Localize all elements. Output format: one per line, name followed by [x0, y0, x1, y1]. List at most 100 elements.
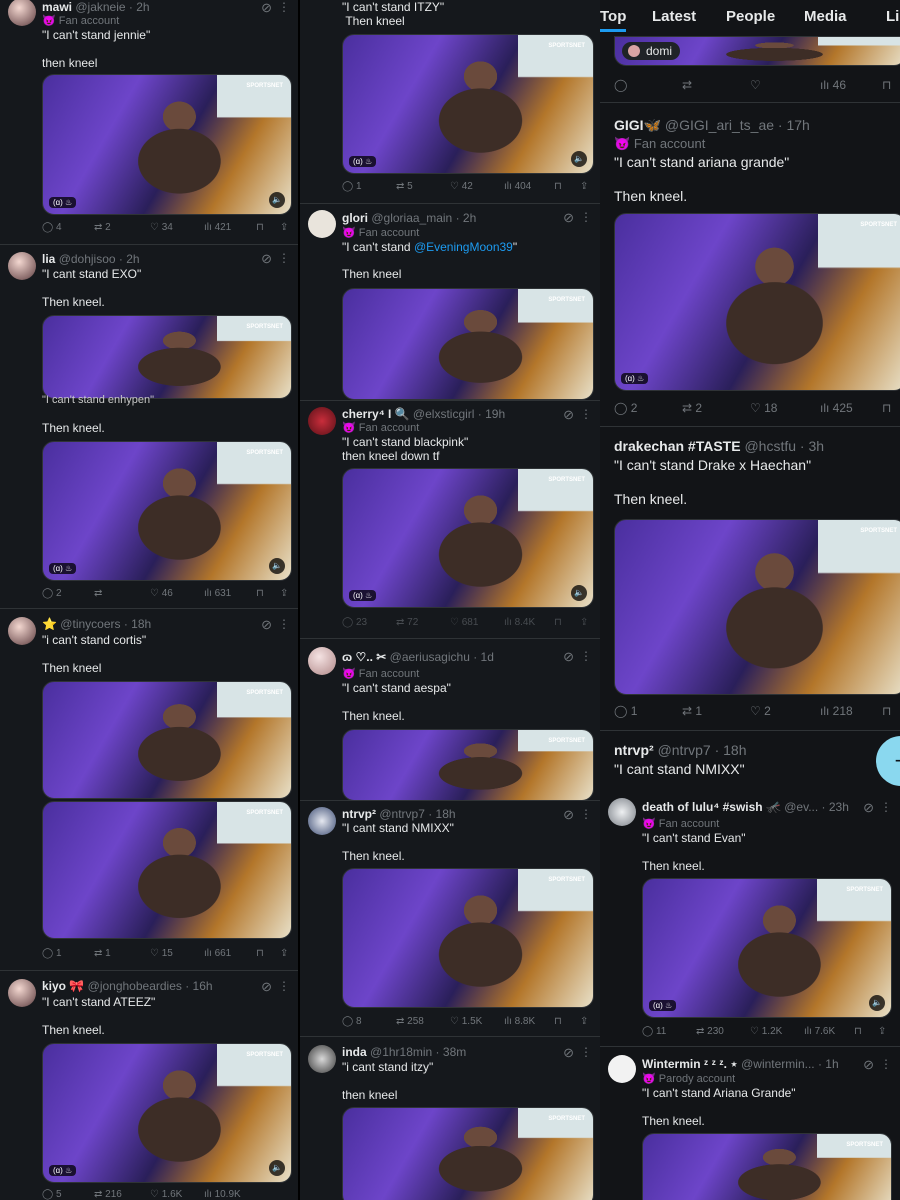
views-icon[interactable]: ılı 404 — [504, 181, 531, 192]
like-icon[interactable]: ♡ 42 — [450, 181, 473, 192]
bookmark-icon[interactable]: ⊓ — [554, 617, 562, 628]
grok-icon[interactable]: ⊘ — [563, 1045, 574, 1061]
share-icon[interactable]: ⇪ — [280, 948, 288, 959]
grok-icon[interactable]: ⊘ — [563, 210, 574, 226]
more-icon[interactable]: ⋮ — [278, 979, 290, 993]
video-media[interactable]: SPORTSNET — [342, 288, 594, 400]
sound-icon[interactable]: 🔈 — [269, 192, 285, 208]
handle[interactable]: @ntrvp7 · 18h — [379, 807, 455, 821]
share-icon[interactable]: ⇪ — [280, 222, 288, 233]
views-icon[interactable]: ılı 425 — [820, 401, 853, 415]
handle[interactable]: @tinycoers · 18h — [60, 617, 151, 631]
grok-icon[interactable]: ⊘ — [563, 407, 574, 423]
like-icon[interactable]: ♡ 2 — [750, 704, 771, 718]
views-icon[interactable]: ılı 8.4K — [504, 617, 535, 628]
handle[interactable]: @dohjisoo · 2h — [59, 252, 140, 266]
tweet[interactable]: ntrvp² @ntrvp7 · 18h "I cant stand NMIXX… — [600, 731, 900, 791]
share-icon[interactable]: ⇪ — [878, 1026, 886, 1037]
avatar[interactable] — [608, 798, 636, 826]
video-media[interactable]: SPORTSNET — [42, 315, 292, 399]
retweet-icon[interactable]: ⇄ 1 — [682, 704, 702, 718]
video-media[interactable]: SPORTSNET (ɑ) ♨ 🔈 — [42, 74, 292, 215]
sound-icon[interactable]: 🔈 — [269, 558, 285, 574]
grok-icon[interactable]: ⊘ — [863, 800, 874, 816]
more-icon[interactable]: ⋮ — [278, 617, 290, 631]
video-media[interactable]: SPORTSNET — [42, 681, 292, 799]
more-icon[interactable]: ⋮ — [580, 407, 592, 421]
retweet-icon[interactable]: ⇄ 2 — [682, 401, 702, 415]
sound-icon[interactable]: 🔈 — [571, 585, 587, 601]
display-name[interactable]: ɷ ♡.. ✂ — [342, 650, 386, 664]
video-media[interactable]: SPORTSNET (ɑ) ♨ 🔈 — [342, 34, 594, 174]
handle[interactable]: @GIGI_ari_ts_ae · 17h — [665, 117, 810, 133]
like-icon[interactable]: ♡ 1.6K — [150, 1189, 182, 1200]
tweet[interactable]: mawi @jakneie · 2h ⊘ ⋮ 😈 Fan account "I … — [0, 0, 298, 244]
avatar[interactable] — [608, 1055, 636, 1083]
tweet[interactable]: drakechan #TASTE @hcstfu · 3h "I can't s… — [600, 427, 900, 729]
like-icon[interactable]: ♡ — [750, 78, 761, 92]
reply-icon[interactable]: ◯ 1 — [42, 948, 62, 959]
handle[interactable]: @1hr18min · 38m — [370, 1045, 466, 1059]
more-icon[interactable]: ⋮ — [580, 807, 592, 821]
display-name[interactable]: mawi — [42, 0, 72, 14]
video-media[interactable]: SPORTSNET — [342, 868, 594, 1008]
sound-icon[interactable]: 🔈 — [571, 151, 587, 167]
avatar[interactable] — [8, 252, 36, 280]
handle[interactable]: @ev... · 23h — [784, 800, 849, 814]
tweet[interactable]: ɷ ♡.. ✂ @aeriusagichu · 1d ⊘ ⋮ 😈 Fan acc… — [300, 639, 600, 801]
display-name[interactable]: glori — [342, 211, 368, 225]
retweet-icon[interactable]: ⇄ 2 — [94, 222, 111, 233]
display-name[interactable]: GIGI🦋 — [614, 117, 661, 133]
reply-icon[interactable]: ◯ 4 — [42, 222, 62, 233]
avatar[interactable] — [308, 807, 336, 835]
like-icon[interactable]: ♡ 18 — [750, 401, 777, 415]
like-icon[interactable]: ♡ 1.5K — [450, 1016, 482, 1027]
avatar[interactable] — [8, 0, 36, 26]
bookmark-icon[interactable]: ⊓ — [882, 78, 891, 92]
video-media[interactable]: SPORTSNET (ɑ) ♨ — [614, 213, 900, 391]
video-media[interactable]: SPORTSNET (ɑ) ♨ 🔈 — [342, 468, 594, 608]
retweet-icon[interactable]: ⇄ 216 — [94, 1189, 122, 1200]
bookmark-icon[interactable]: ⊓ — [256, 588, 264, 599]
retweet-icon[interactable]: ⇄ 72 — [396, 617, 418, 628]
bookmark-icon[interactable]: ⊓ — [854, 1026, 862, 1037]
video-media[interactable]: SPORTSNET (ɑ) ♨ 🔈 — [42, 441, 292, 581]
more-icon[interactable]: ⋮ — [278, 251, 290, 265]
more-icon[interactable]: ⋮ — [580, 1045, 592, 1059]
display-name[interactable]: kiyo 🎀 — [42, 979, 84, 993]
views-icon[interactable]: ılı 421 — [204, 222, 231, 233]
reply-icon[interactable]: ◯ 11 — [642, 1026, 666, 1037]
video-media[interactable]: SPORTSNET (ɑ) ♨ 🔈 — [642, 878, 892, 1018]
avatar[interactable] — [8, 979, 36, 1007]
like-icon[interactable]: ♡ 46 — [150, 588, 173, 599]
tab-media[interactable]: Media — [804, 8, 847, 25]
views-icon[interactable]: ılı 10.9K — [204, 1189, 241, 1200]
handle[interactable]: @ntrvp7 · 18h — [658, 742, 747, 758]
bookmark-icon[interactable]: ⊓ — [554, 181, 562, 192]
share-icon[interactable]: ⇪ — [280, 588, 288, 599]
tab-people[interactable]: People — [726, 8, 775, 25]
bookmark-icon[interactable]: ⊓ — [554, 1016, 562, 1027]
reply-icon[interactable]: ◯ 2 — [42, 588, 62, 599]
tab-latest[interactable]: Latest — [652, 8, 696, 25]
views-icon[interactable]: ılı 46 — [820, 78, 846, 92]
reply-icon[interactable]: ◯ 5 — [42, 1189, 62, 1200]
avatar[interactable] — [308, 647, 336, 675]
mention-link[interactable]: @EveningMoon39 — [414, 240, 513, 254]
tab-top[interactable]: Top — [600, 8, 627, 32]
display-name[interactable]: death of lulu⁴ #swish 🦟 — [642, 800, 781, 814]
display-name[interactable]: ntrvp² — [342, 807, 376, 821]
grok-icon[interactable]: ⊘ — [563, 649, 574, 665]
video-media[interactable]: SPORTSNET — [42, 801, 292, 939]
bookmark-icon[interactable]: ⊓ — [882, 401, 891, 415]
tweet[interactable]: cherry⁴ I 🔍 @elxsticgirl · 19h ⊘ ⋮ 😈 Fan… — [300, 401, 600, 637]
more-icon[interactable]: ⋮ — [580, 649, 592, 663]
tweet[interactable]: "I can't stand ITZY" Then kneel SPORTSNE… — [300, 0, 600, 204]
handle[interactable]: @aeriusagichu · 1d — [390, 650, 494, 664]
tweet[interactable]: inda @1hr18min · 38m ⊘ ⋮ "i cant stand i… — [300, 1037, 600, 1200]
share-icon[interactable]: ⇪ — [580, 181, 588, 192]
views-icon[interactable]: ılı 8.8K — [504, 1016, 535, 1027]
more-icon[interactable]: ⋮ — [580, 210, 592, 224]
like-icon[interactable]: ♡ 681 — [450, 617, 478, 628]
bookmark-icon[interactable]: ⊓ — [256, 948, 264, 959]
